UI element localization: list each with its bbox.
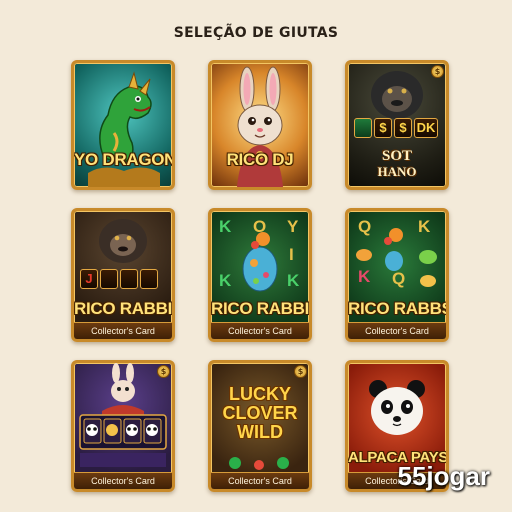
fruit-symbols-illustration [356, 228, 437, 287]
game-card-rabbit-pandas[interactable]: $ Collector's Card [71, 360, 175, 492]
card-title: RICO RABBS [348, 299, 449, 318]
card-subtitle: Collector's Card [211, 322, 309, 339]
reel-symbol [354, 118, 372, 138]
game-card-rico-rabbs[interactable]: Q K K Q RICO RABBS Collector's Card [345, 208, 449, 342]
rabbit-reel-illustration [79, 363, 167, 467]
egg-illustration [242, 232, 278, 292]
game-card-rico-dj[interactable]: RICO DJ [208, 60, 312, 190]
clover-illustration [229, 457, 289, 470]
card-subtitle: Collector's Card [74, 322, 172, 339]
reel-symbol: J [80, 269, 98, 289]
slot-reel: $ $ DK [354, 118, 438, 138]
card-subtitle: Collector's Card [74, 472, 172, 489]
card-title: RICO DJ [226, 150, 294, 169]
game-grid: YO DRAGON RICO DJ $ $ $ DK SOT HANO J RI… [0, 0, 512, 512]
card-subtitle: Collector's Card [348, 322, 446, 339]
reel-symbol [140, 269, 158, 289]
reel-symbol: $ [374, 118, 392, 138]
gorilla-illustration [99, 219, 147, 263]
game-card-rico-rabbit-2[interactable]: K O Y I K K RICO RABBIT Collector's Card [208, 208, 312, 342]
game-logo: SOT HANO [348, 148, 446, 180]
site-watermark: 55jogar [397, 461, 491, 491]
logo-line: HANO [377, 164, 417, 179]
reel-symbol: DK [414, 118, 438, 138]
game-card-rico-rabbit-1[interactable]: J RICO RABBIT Collector's Card [71, 208, 175, 342]
card-title: RICO RABBIT [211, 299, 312, 318]
game-card-yo-dragon[interactable]: YO DRAGON [71, 60, 175, 190]
reel-symbol [120, 269, 138, 289]
card-title: YO DRAGON [74, 150, 175, 169]
slot-reel: J [80, 269, 158, 289]
reel-symbol: $ [394, 118, 412, 138]
card-subtitle: Collector's Card [211, 472, 309, 489]
reel-symbol [100, 269, 118, 289]
card-title: RICO RABBIT [74, 299, 175, 318]
panda-illustration [369, 380, 425, 435]
game-card-gorilla-slot[interactable]: $ $ $ DK SOT HANO [345, 60, 449, 190]
gorilla-illustration [371, 71, 423, 119]
logo-line: SOT [381, 148, 412, 164]
game-card-lucky-clover-wild[interactable]: $ LUCKY CLOVER WILD Collector's Card [208, 360, 312, 492]
